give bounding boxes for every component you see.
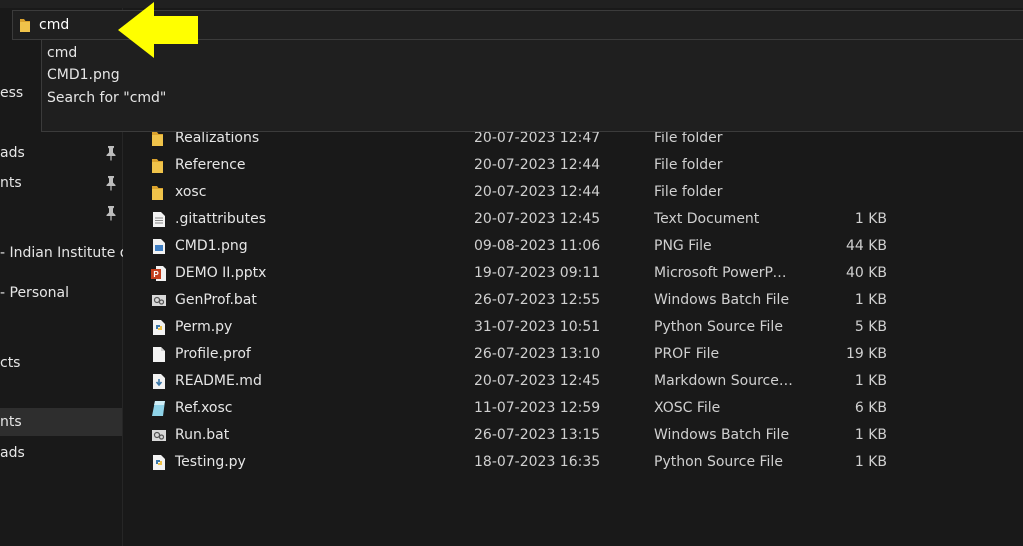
file-name: DEMO II.pptx [175, 265, 267, 281]
list-item[interactable]: GenProf.bat 26-07-2023 12:55 Windows Bat… [123, 287, 1023, 314]
batch-file-icon [152, 430, 166, 441]
sidebar-item-label: ess [0, 85, 24, 101]
file-date: 26-07-2023 12:55 [474, 292, 601, 308]
file-size: 1 KB [854, 211, 887, 227]
image-file-icon [153, 239, 165, 254]
list-item[interactable]: README.md 20-07-2023 12:45 Markdown Sour… [123, 368, 1023, 395]
file-name: Reference [175, 157, 246, 173]
file-size: 44 KB [845, 238, 887, 254]
file-size: 1 KB [854, 292, 887, 308]
sidebar-item-downloads[interactable]: ads [0, 439, 122, 467]
file-name: Profile.prof [175, 346, 251, 362]
sidebar-item-label: ads [0, 445, 25, 461]
pin-icon [106, 206, 116, 221]
pin-icon [106, 176, 116, 191]
file-name: Perm.py [175, 319, 233, 335]
file-type: Microsoft PowerPo... [654, 265, 794, 281]
file-size: 1 KB [854, 373, 887, 389]
sidebar-item-label: - Personal [0, 285, 70, 301]
list-item[interactable]: Run.bat 26-07-2023 13:15 Windows Batch F… [123, 422, 1023, 449]
sidebar-item-documents-pinned[interactable]: nts [0, 169, 122, 197]
list-item[interactable]: Testing.py 18-07-2023 16:35 Python Sourc… [123, 449, 1023, 476]
sidebar-item-downloads-pinned[interactable]: ads [0, 139, 122, 167]
file-date: 09-08-2023 11:06 [474, 238, 601, 254]
folder-icon [152, 132, 163, 146]
list-item[interactable]: xosc 20-07-2023 12:44 File folder [123, 179, 1023, 206]
list-item[interactable]: Reference 20-07-2023 12:44 File folder [123, 152, 1023, 179]
folder-icon [152, 159, 163, 173]
batch-file-icon [152, 295, 166, 306]
file-name: CMD1.png [175, 238, 248, 254]
xosc-file-icon [152, 401, 165, 416]
suggestion-item[interactable]: CMD1.png [47, 64, 120, 86]
sidebar-item-label: - Indian Institute of [0, 245, 134, 261]
file-date: 20-07-2023 12:44 [474, 184, 601, 200]
file-date: 20-07-2023 12:45 [474, 211, 601, 227]
file-date: 19-07-2023 09:11 [474, 265, 601, 281]
list-item[interactable]: .gitattributes 20-07-2023 12:45 Text Doc… [123, 206, 1023, 233]
file-type: Windows Batch File [654, 292, 790, 308]
file-size: 19 KB [845, 346, 887, 362]
sidebar-item-label: cts [0, 355, 21, 371]
pin-icon [106, 146, 116, 161]
file-size: 1 KB [854, 427, 887, 443]
blank-file-icon [153, 347, 165, 362]
python-file-icon [153, 455, 165, 470]
file-type: PROF File [654, 346, 720, 362]
folder-icon [152, 186, 163, 200]
list-item[interactable]: Perm.py 31-07-2023 10:51 Python Source F… [123, 314, 1023, 341]
sidebar-item-label: ads [0, 145, 25, 161]
file-date: 26-07-2023 13:10 [474, 346, 601, 362]
file-date: 26-07-2023 13:15 [474, 427, 601, 443]
list-item[interactable]: Profile.prof 26-07-2023 13:10 PROF File … [123, 341, 1023, 368]
file-type: PNG File [654, 238, 712, 254]
folder-icon [20, 19, 30, 32]
file-type: Windows Batch File [654, 427, 790, 443]
sidebar-item-label: nts [0, 175, 22, 191]
sidebar-item-label: nts [0, 414, 22, 430]
sidebar-item-3d-objects[interactable]: cts [0, 349, 122, 377]
file-date: 18-07-2023 16:35 [474, 454, 601, 470]
sidebar-item-onedrive-personal[interactable]: - Personal [0, 279, 122, 307]
sidebar-item-pictures-pinned[interactable] [0, 199, 122, 227]
svg-text:P: P [153, 270, 159, 279]
file-name: Run.bat [175, 427, 230, 443]
file-size: 40 KB [845, 265, 887, 281]
file-name: GenProf.bat [175, 292, 257, 308]
python-file-icon [153, 320, 165, 335]
file-type: Text Document [654, 211, 760, 227]
file-date: 31-07-2023 10:51 [474, 319, 601, 335]
suggestion-item[interactable]: Search for "cmd" [47, 87, 166, 109]
yellow-arrow-annotation-icon [118, 2, 198, 58]
file-size: 1 KB [854, 454, 887, 470]
list-item[interactable]: P DEMO II.pptx 19-07-2023 09:11 Microsof… [123, 260, 1023, 287]
list-item[interactable]: CMD1.png 09-08-2023 11:06 PNG File 44 KB [123, 233, 1023, 260]
list-item[interactable]: Ref.xosc 11-07-2023 12:59 XOSC File 6 KB [123, 395, 1023, 422]
file-name: Testing.py [175, 454, 246, 470]
sidebar-item-onedrive-institute[interactable]: - Indian Institute of [0, 239, 133, 267]
file-type: Markdown Source ... [654, 373, 794, 389]
file-type: Python Source File [654, 319, 783, 335]
sidebar-item-documents[interactable]: nts [0, 408, 122, 436]
file-date: 11-07-2023 12:59 [474, 400, 601, 416]
file-name: Ref.xosc [175, 400, 233, 416]
file-name: xosc [175, 184, 207, 200]
powerpoint-file-icon: P [151, 266, 166, 281]
file-name: .gitattributes [175, 211, 267, 227]
text-file-icon [153, 212, 165, 227]
markdown-file-icon [153, 374, 165, 389]
file-type: Python Source File [654, 454, 783, 470]
file-date: 20-07-2023 12:44 [474, 157, 601, 173]
suggestion-item[interactable]: cmd [47, 42, 77, 64]
file-size: 5 KB [854, 319, 887, 335]
file-name: README.md [175, 373, 262, 389]
file-type: File folder [654, 157, 723, 173]
file-size: 6 KB [854, 400, 887, 416]
file-date: 20-07-2023 12:45 [474, 373, 601, 389]
file-type: File folder [654, 184, 723, 200]
file-type: XOSC File [654, 400, 721, 416]
